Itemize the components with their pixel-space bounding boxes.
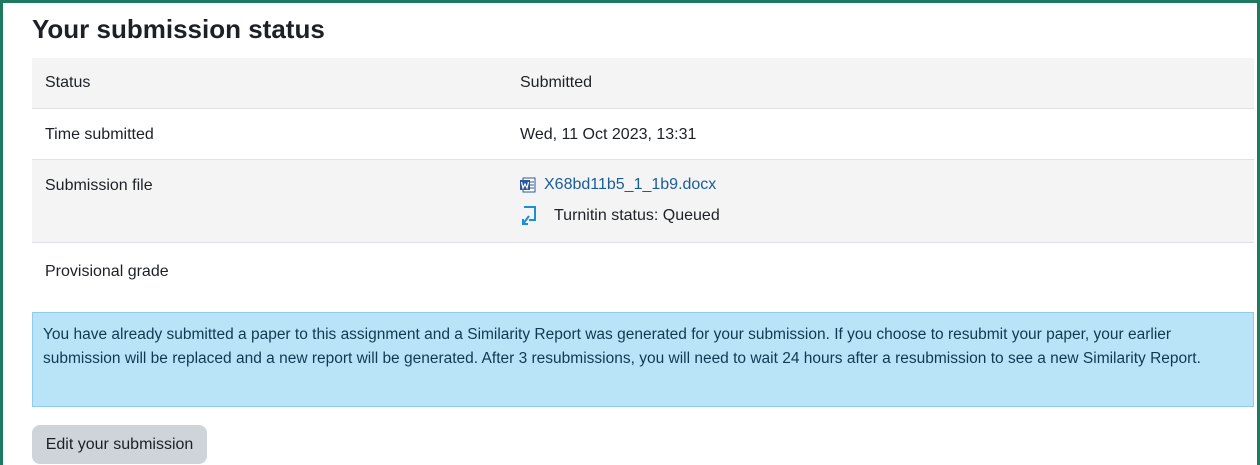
turnitin-status: Turnitin status: Queued: [520, 205, 720, 227]
turnitin-status-text: Turnitin status: Queued: [554, 207, 720, 224]
time-submitted-label: Time submitted: [45, 126, 154, 143]
time-submitted-value: Wed, 11 Oct 2023, 13:31: [520, 126, 697, 143]
submission-file-link[interactable]: X68bd11b5_1_1b9.docx: [544, 176, 716, 194]
edit-submission-button[interactable]: Edit your submission: [32, 425, 207, 464]
provisional-grade-label: Provisional grade: [45, 263, 169, 280]
status-label: Status: [45, 74, 91, 91]
table-row-status: Status Submitted: [32, 58, 1254, 109]
word-document-icon: [520, 177, 536, 193]
submission-file-entry: X68bd11b5_1_1b9.docx: [520, 176, 716, 194]
submission-status-table: Status Submitted Time submitted Wed, 11 …: [32, 58, 1254, 298]
resubmission-notice: You have already submitted a paper to th…: [32, 312, 1254, 407]
table-row-time-submitted: Time submitted Wed, 11 Oct 2023, 13:31: [32, 109, 1254, 160]
table-row-submission-file: Submission file X68bd11b5_1_1b9.docx Tur…: [32, 160, 1254, 243]
status-value: Submitted: [520, 74, 593, 91]
page-title: Your submission status: [32, 14, 325, 44]
submission-file-label: Submission file: [45, 177, 153, 194]
turnitin-icon: [520, 205, 538, 227]
table-row-provisional-grade: Provisional grade: [32, 243, 1254, 298]
